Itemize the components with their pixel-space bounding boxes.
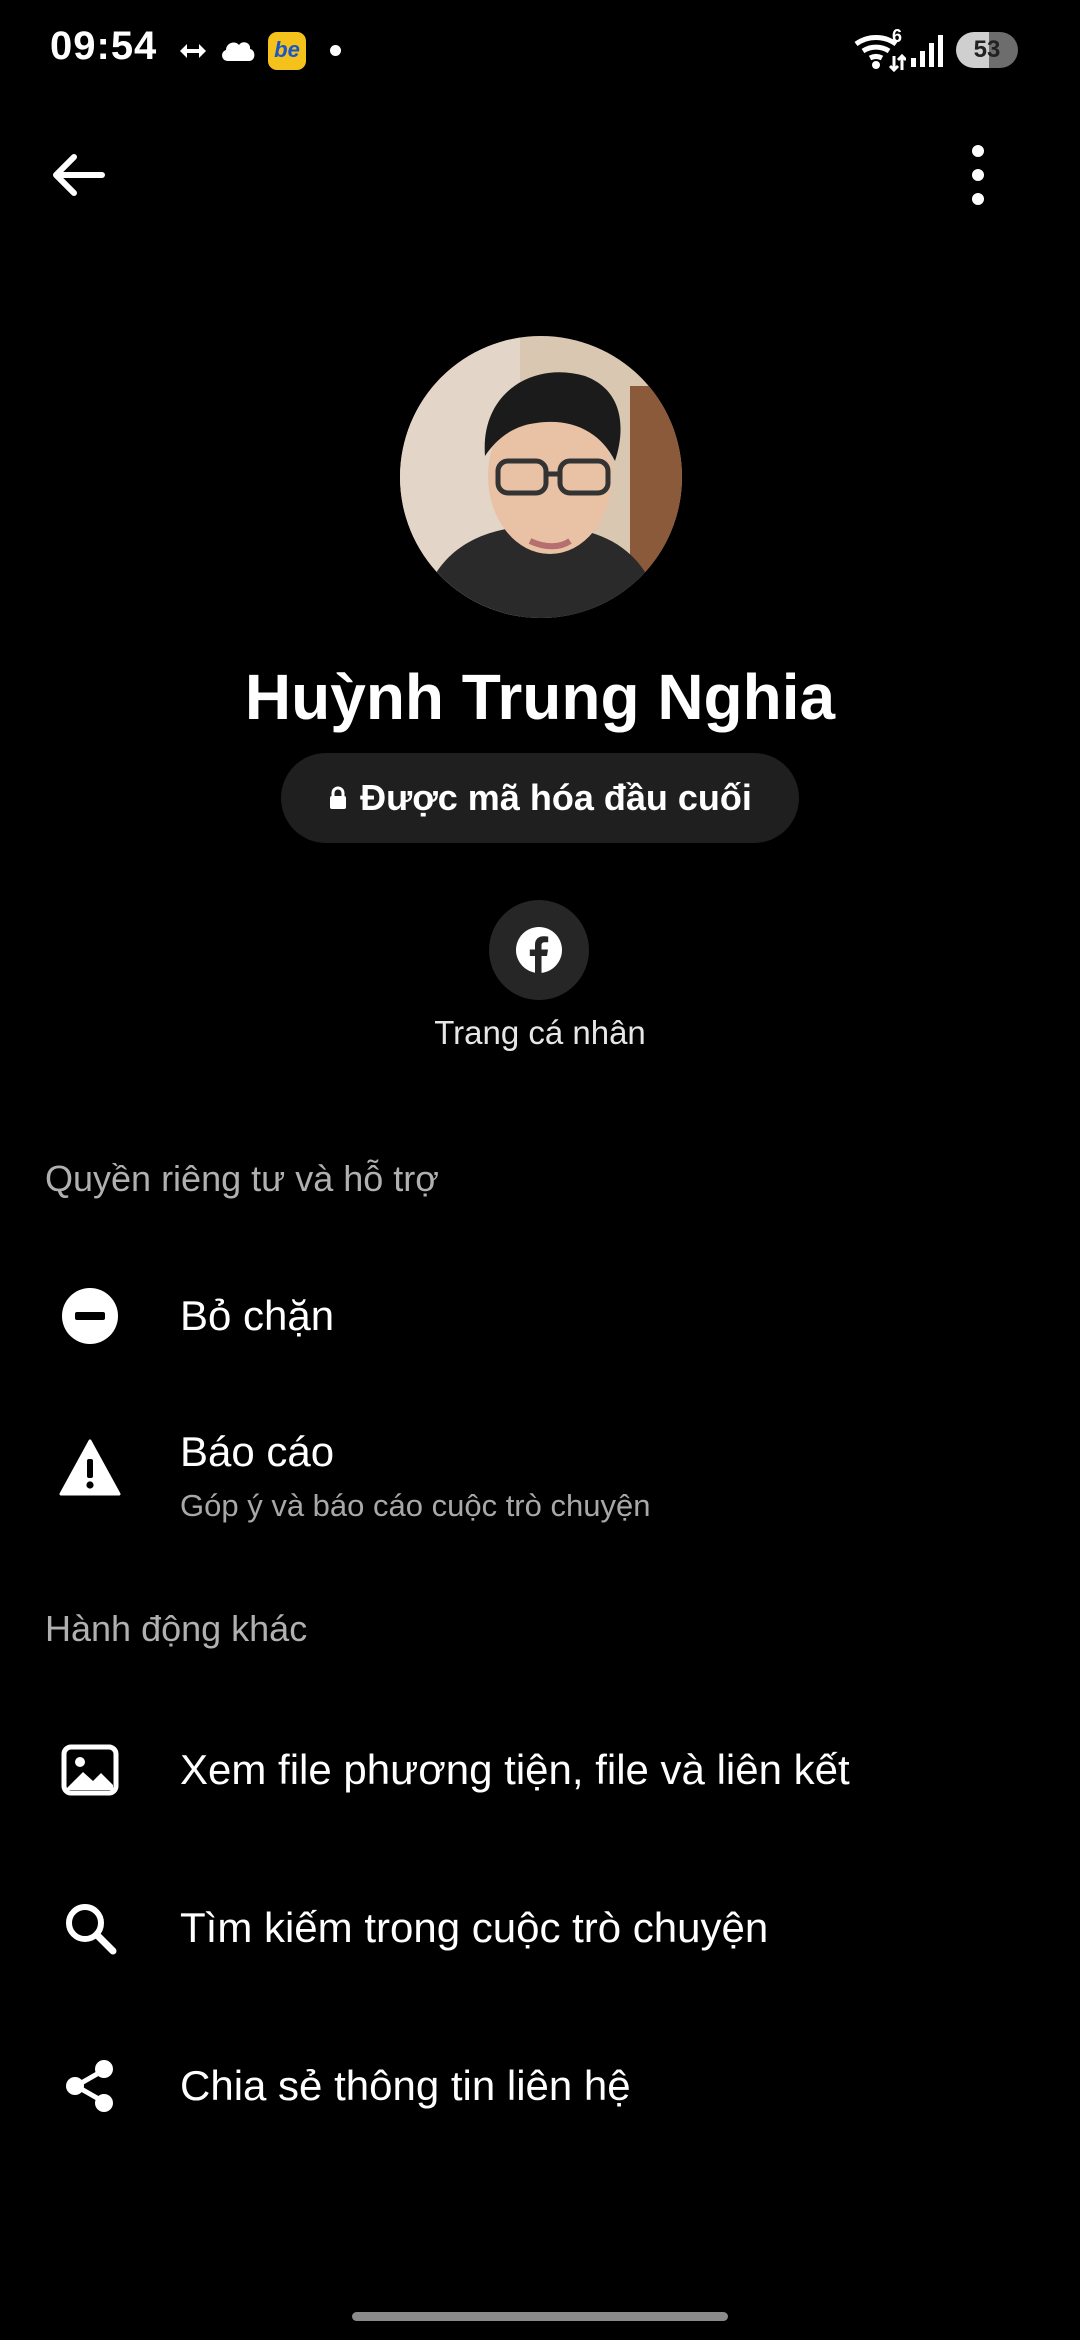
wifi-badge: 6 [892,26,903,46]
warning-icon [58,1436,122,1500]
avatar[interactable] [400,336,682,618]
encryption-badge[interactable]: Được mã hóa đầu cuối [281,753,799,843]
home-indicator[interactable] [352,2312,728,2321]
facebook-profile-label[interactable]: Trang cá nhân [0,1014,1080,1052]
share-contact-row[interactable]: Chia sẻ thông tin liên hệ [0,2026,1080,2146]
sync-arrows-icon [180,44,206,58]
section-title-privacy: Quyền riêng tư và hỗ trợ [45,1158,439,1199]
battery-icon: 53 [956,32,1018,68]
unblock-row[interactable]: Bỏ chặn [0,1260,1080,1380]
facebook-icon [516,927,562,974]
signal-icon [911,35,943,67]
search-conversation-label: Tìm kiếm trong cuộc trò chuyện [180,1904,769,1951]
back-button[interactable] [40,135,120,215]
profile-name: Huỳnh Trung Nghia [244,661,836,733]
lock-icon [330,786,347,809]
be-app-icon: be [268,32,306,70]
report-label: Báo cáo [180,1428,335,1475]
report-sublabel: Góp ý và báo cáo cuộc trò chuyện [180,1488,651,1523]
share-contact-label: Chia sẻ thông tin liên hệ [180,2062,631,2109]
back-arrow-icon [53,154,105,196]
report-row[interactable]: Báo cáo Góp ý và báo cáo cuộc trò chuyện [0,1400,1080,1540]
encryption-label: Được mã hóa đầu cuối [360,777,752,818]
share-icon [58,2054,122,2118]
unblock-label: Bỏ chặn [180,1292,335,1339]
search-conversation-row[interactable]: Tìm kiếm trong cuộc trò chuyện [0,1868,1080,1988]
more-vertical-icon [972,145,984,205]
search-icon [58,1896,122,1960]
unblock-icon [58,1284,122,1348]
view-media-label: Xem file phương tiện, file và liên kết [180,1746,850,1793]
more-options-button[interactable] [940,135,1020,215]
image-icon [58,1738,122,1802]
status-time: 09:54 [50,24,158,68]
cloud-icon [222,42,255,61]
notification-dot-icon [330,45,341,56]
facebook-profile-button[interactable] [489,900,589,1000]
section-title-other-actions: Hành động khác [45,1608,308,1649]
status-bar: 09:54 be 6 53 [0,0,1080,100]
view-media-row[interactable]: Xem file phương tiện, file và liên kết [0,1710,1080,1830]
